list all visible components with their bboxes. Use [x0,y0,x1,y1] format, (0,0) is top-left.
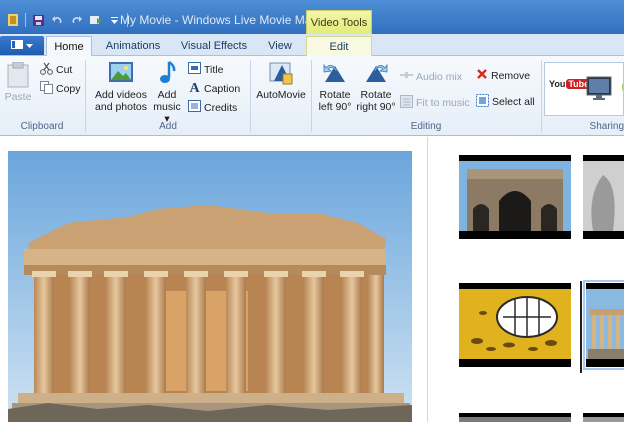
cut-button[interactable]: Cut [40,62,72,78]
save-icon[interactable] [32,14,45,26]
title-bar: My Movie - Windows Live Movie Maker Vide… [0,0,624,34]
audio-mix-icon [400,70,413,83]
rotate-right-label-line1: Rotate [360,89,392,101]
remove-x-icon [476,68,488,83]
scissors-icon [40,62,53,78]
add-group-label: Add [159,121,177,132]
caption-label: Caption [204,83,241,95]
film-photo-icon [107,62,135,89]
rotate-right-label-line2: right 90° [356,101,396,113]
paste-label: Paste [4,91,32,103]
rotate-left-button[interactable]: Rotate left 90° [316,60,354,113]
cut-label: Cut [56,64,73,76]
editing-group-label: Editing [410,121,442,132]
copy-label: Copy [56,83,81,95]
parthenon-thumbnail-image [586,289,624,359]
parthenon-preview-image [8,151,412,422]
paste-button[interactable]: Paste [4,61,32,103]
automovie-label: AutoMovie [256,89,306,101]
storyboard-clip-2[interactable] [583,155,624,239]
group-separator [541,60,542,132]
add-videos-label-line1: Add videos [95,89,147,101]
group-separator [250,60,251,132]
add-music-button[interactable]: Add music ▾ [150,60,184,125]
automovie-button[interactable]: AutoMovie [254,60,308,101]
storyboard-clip-6[interactable] [583,413,624,422]
sharing-group-label: Sharing [589,121,624,132]
storyboard-clip-5[interactable] [459,413,571,422]
storyboard-clip-1[interactable] [459,155,571,239]
title-label: Title [204,63,224,76]
clip-5-thumbnail-image [459,417,571,422]
caption-a-icon: A [189,81,200,96]
title-icon [188,62,201,77]
remove-button[interactable]: Remove [476,68,530,83]
fit-to-music-label: Fit to music [416,97,470,109]
app-menu-icon[interactable] [6,14,19,26]
video-tools-context-header: Video Tools [306,10,372,34]
select-all-icon [476,94,489,110]
credits-button[interactable]: Credits [188,100,237,115]
ribbon: Paste Cut Copy Clipboard Add videos and … [0,56,624,136]
tab-animations[interactable]: Animations [98,36,168,56]
chevron-down-icon [26,40,33,52]
rotate-left-label-line1: Rotate [319,89,351,101]
rotate-right-button[interactable]: Rotate right 90° [356,60,396,113]
fit-to-music-icon [400,95,413,111]
automovie-icon [268,62,294,89]
video-preview-pane [0,137,428,422]
title-button[interactable]: Title [188,62,223,77]
tab-visual-effects[interactable]: Visual Effects [176,36,252,56]
video-preview[interactable] [8,151,412,422]
add-videos-photos-button[interactable]: Add videos and photos [92,60,150,113]
tab-home[interactable]: Home [46,36,92,56]
playhead-indicator[interactable] [580,281,582,373]
copy-button[interactable]: Copy [40,81,81,97]
monitor-icon [585,76,613,104]
quick-access-toolbar [6,13,128,27]
remove-label: Remove [491,69,531,82]
clip-6-thumbnail-image [583,417,624,422]
file-menu-button[interactable] [0,36,44,55]
redo-icon[interactable] [70,14,83,26]
computer-share-button[interactable] [585,75,613,104]
fit-to-music-button[interactable]: Fit to music [400,95,470,111]
window-title: My Movie - Windows Live Movie Maker [120,13,329,27]
ribbon-tab-row: Home Animations Visual Effects View Edit [0,34,624,56]
select-all-label: Select all [492,96,535,108]
paste-icon [7,61,29,91]
storyboard-clip-3[interactable] [459,283,571,367]
add-music-text: music [153,101,181,113]
tab-edit[interactable]: Edit [306,36,372,56]
tab-view[interactable]: View [260,36,300,56]
statue-thumbnail-image [583,161,624,231]
undo-icon[interactable] [51,14,64,26]
more-share-button[interactable] [619,77,623,100]
storyboard-pane [429,137,624,422]
music-note-icon [155,60,179,89]
file-menu-icon [11,39,23,52]
animated-transition-thumbnail-image [459,289,571,359]
globe-icon [619,82,623,100]
audio-mix-button[interactable]: Audio mix [400,70,462,83]
storyboard-clip-4-selected[interactable] [583,280,624,370]
credits-icon [188,100,201,115]
credits-label: Credits [204,101,238,114]
caption-button[interactable]: A Caption [188,81,240,97]
add-music-label-line1: Add [157,89,177,101]
sharing-gallery: You Tube [544,62,624,116]
copy-icon [40,81,53,97]
rotate-left-icon [322,63,348,89]
rotate-right-icon [363,63,389,89]
rotate-left-label-line2: left 90° [318,101,352,113]
select-all-button[interactable]: Select all [476,94,535,110]
qat-separator [25,13,26,27]
audio-mix-label: Audio mix [416,70,463,83]
add-videos-label-line2: and photos [95,101,147,113]
publish-icon[interactable] [89,14,102,26]
arch-thumbnail-image [459,161,571,231]
clipboard-group-label: Clipboard [20,121,64,132]
